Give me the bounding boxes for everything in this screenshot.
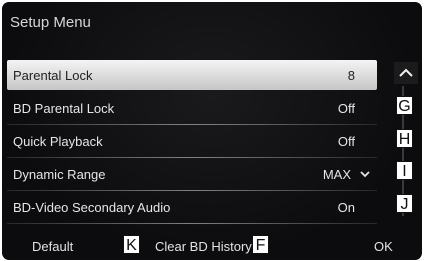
setup-menu-screen: Setup Menu Parental Lock 8 BD Parental L… [2,2,422,260]
menu-item-value: On [337,200,355,215]
chevron-down-icon[interactable] [359,168,371,180]
callout-h: H [396,129,413,148]
menu-item-label: BD Parental Lock [13,101,115,116]
menu-item-value: 8 [347,68,355,83]
menu-item-value: Off [337,101,355,116]
ok-button[interactable]: OK [374,239,393,254]
callout-g: G [396,96,413,115]
chevron-up-icon[interactable] [394,62,418,84]
menu-item-label: Quick Playback [13,134,103,149]
menu-item-label: Parental Lock [13,68,93,83]
menu-item-parental-lock[interactable]: Parental Lock 8 [7,60,377,90]
menu-item-label: Dynamic Range [13,167,106,182]
callout-i: I [396,161,413,180]
row-divider [7,223,377,224]
callout-f: F [252,235,269,254]
menu-item-label: BD-Video Secondary Audio [13,200,171,215]
callout-j: J [396,194,413,213]
row-divider [7,124,377,125]
menu-item-bd-video-secondary-audio[interactable]: BD-Video Secondary Audio On [7,192,377,224]
menu-item-quick-playback[interactable]: Quick Playback Off [7,126,377,158]
callout-k: K [123,235,140,254]
clear-bd-history-button[interactable]: Clear BD History [155,239,252,254]
page-title: Setup Menu [10,14,91,31]
row-divider [7,157,377,158]
menu-item-dynamic-range[interactable]: Dynamic Range MAX [7,159,377,191]
menu-item-value: MAX [322,167,351,182]
default-button[interactable]: Default [32,239,73,254]
row-divider [7,190,377,191]
menu-item-value: Off [337,134,355,149]
menu-item-bd-parental-lock[interactable]: BD Parental Lock Off [7,93,377,125]
